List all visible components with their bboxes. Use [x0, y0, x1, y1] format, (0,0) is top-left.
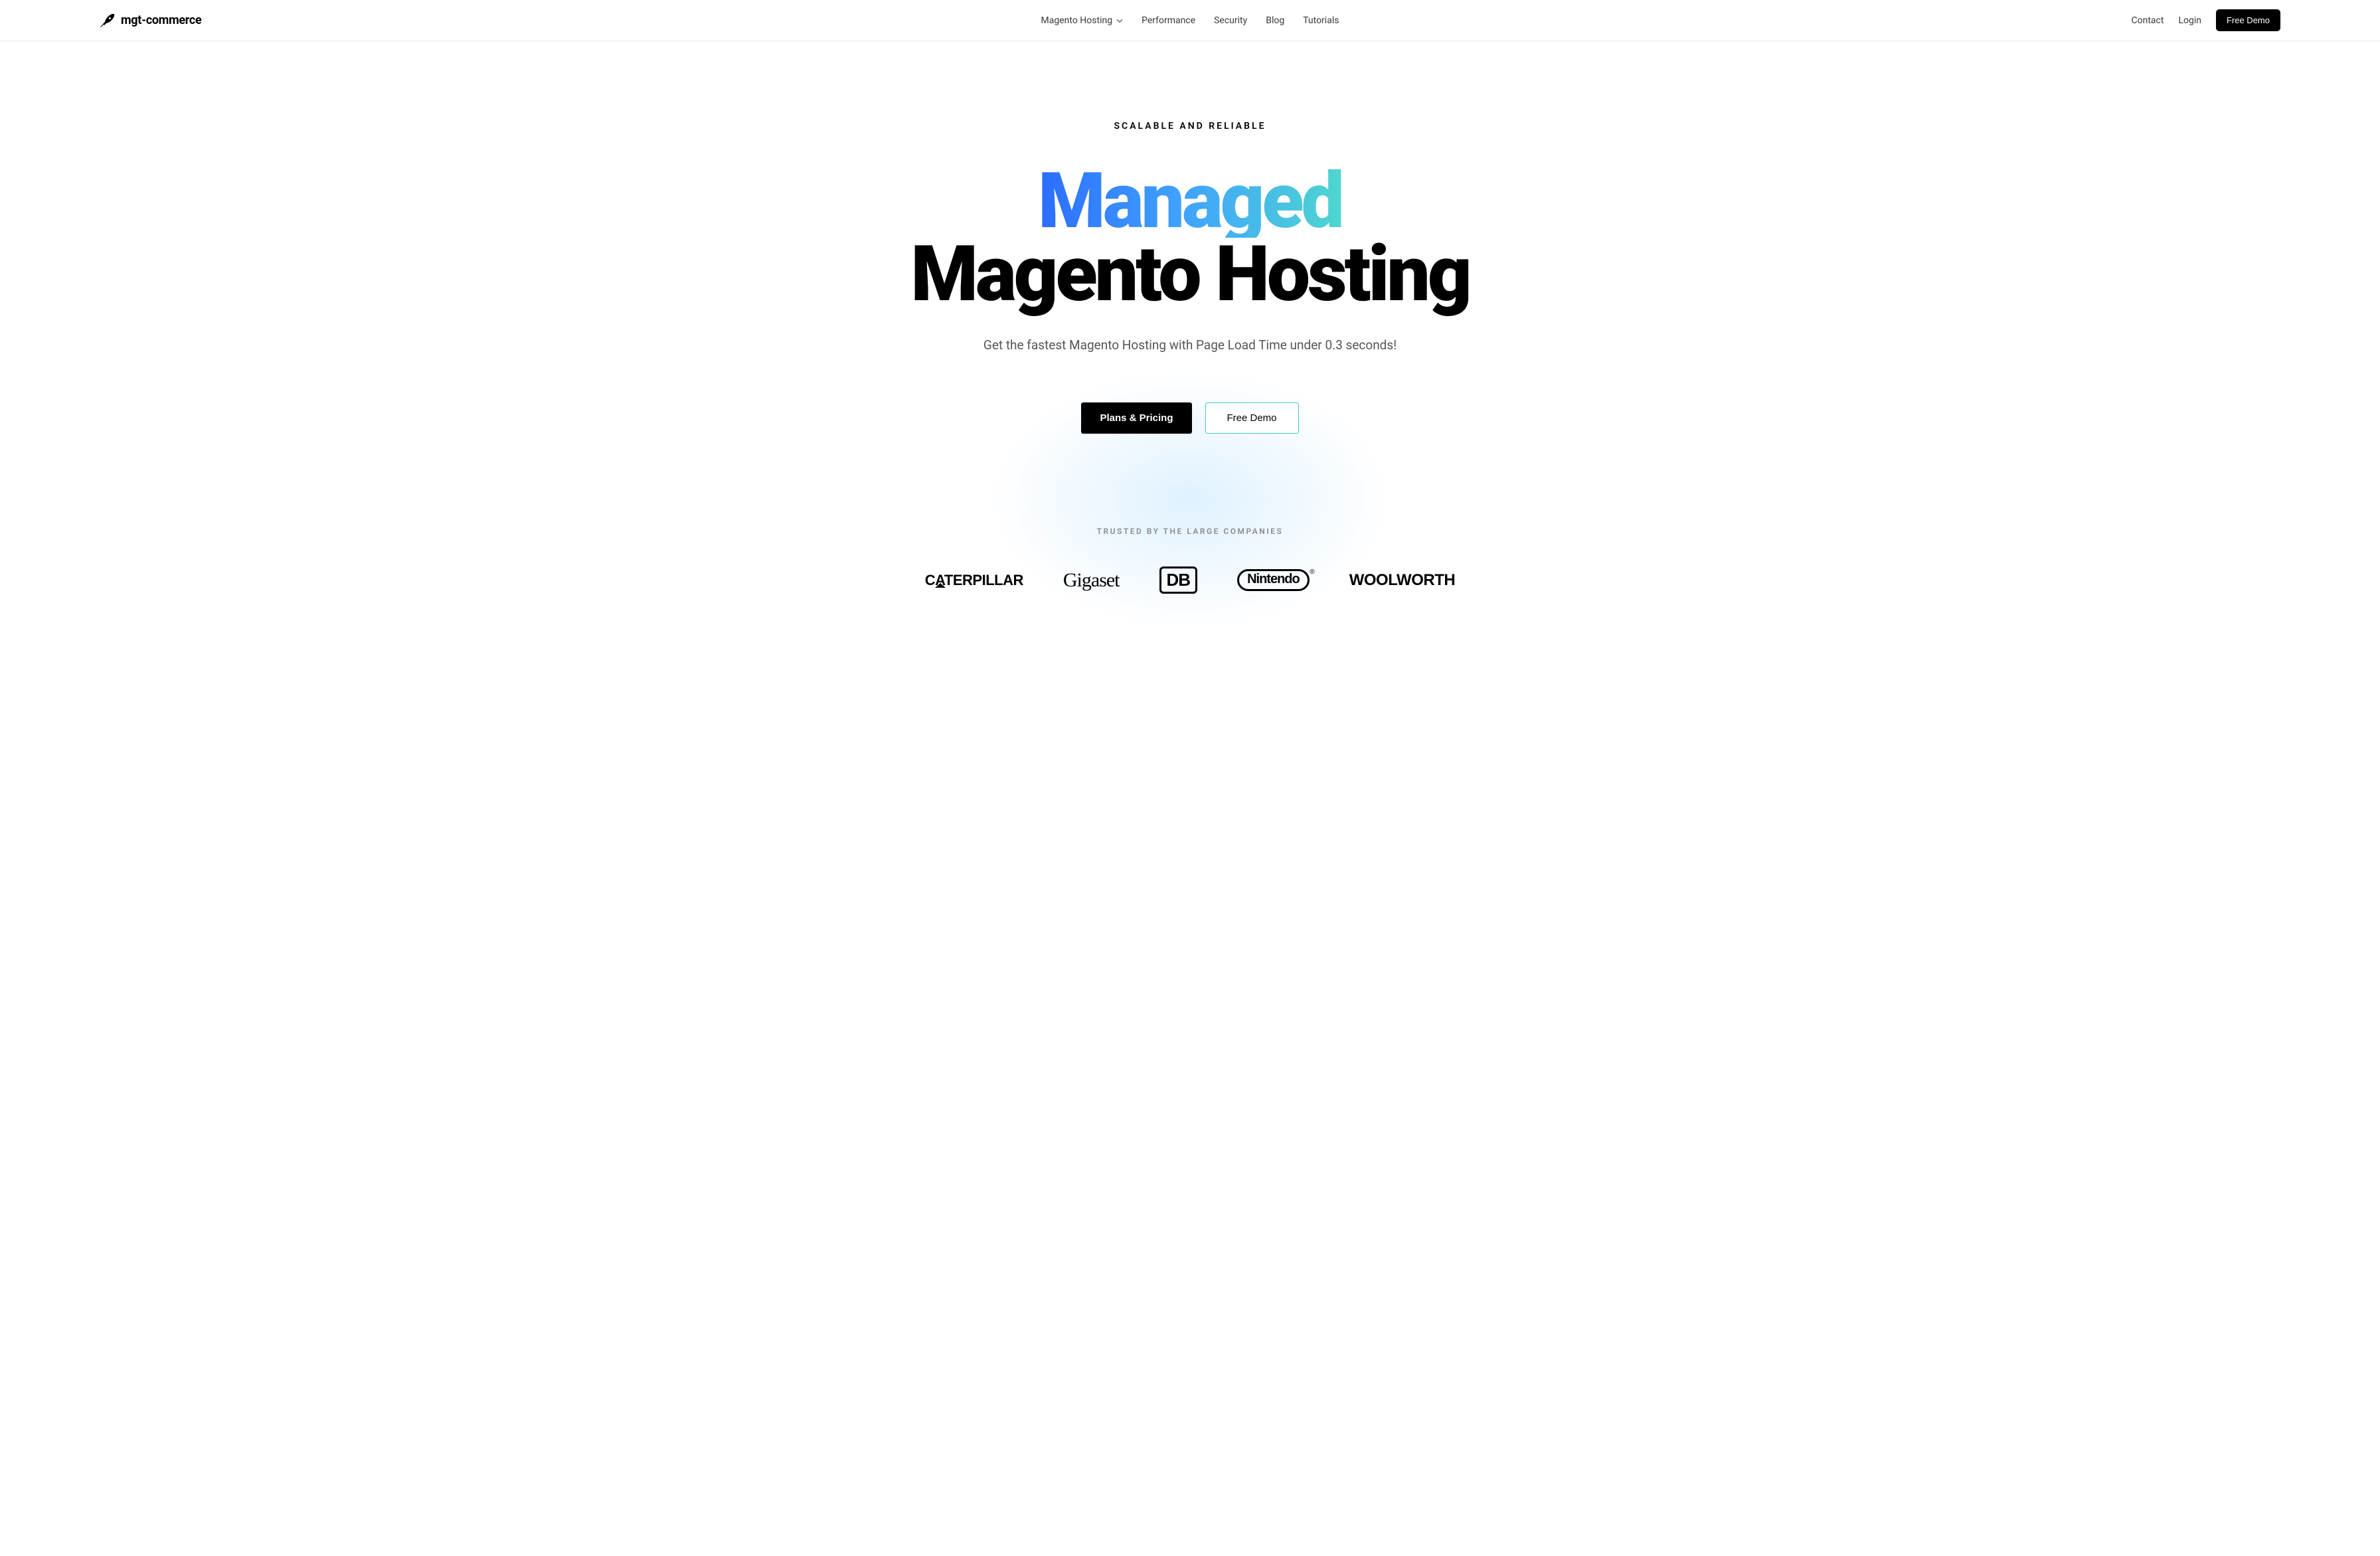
nav-tutorials[interactable]: Tutorials	[1303, 15, 1339, 26]
chevron-down-icon	[1116, 17, 1123, 24]
nav-performance[interactable]: Performance	[1142, 15, 1195, 26]
hero-title: Managed Magento Hosting	[805, 165, 1575, 311]
logos-row: CATERPILLAR Gigaset DB Nintendo WOOLWORT…	[13, 566, 2367, 594]
company-logo-db: DB	[1159, 566, 1198, 594]
nav-item-label: Tutorials	[1303, 15, 1339, 26]
main-nav: Magento Hosting Performance Security Blo…	[1041, 15, 1339, 26]
hero-eyebrow: SCALABLE AND RELIABLE	[805, 121, 1575, 131]
hero-ctas: Plans & Pricing Free Demo	[805, 402, 1575, 434]
logo-text: mgt-commerce	[121, 13, 201, 27]
hero-title-rest: Magento Hosting	[805, 238, 1575, 311]
company-logo-gigaset: Gigaset	[1063, 569, 1120, 592]
login-link[interactable]: Login	[2178, 15, 2201, 26]
nav-item-label: Blog	[1266, 15, 1284, 26]
free-demo-hero-button[interactable]: Free Demo	[1205, 402, 1299, 434]
logos-section: TRUSTED BY THE LARGE COMPANIES CATERPILL…	[0, 474, 2380, 634]
plans-pricing-button[interactable]: Plans & Pricing	[1081, 402, 1191, 434]
hero-title-managed: Managed	[1038, 165, 1342, 238]
nav-item-label: Magento Hosting	[1041, 15, 1113, 26]
nav-magento-hosting[interactable]: Magento Hosting	[1041, 15, 1124, 26]
nav-item-label: Security	[1214, 15, 1247, 26]
header-container: mgt-commerce Magento Hosting Performance…	[0, 0, 2380, 41]
contact-link[interactable]: Contact	[2132, 15, 2164, 26]
hero-section: SCALABLE AND RELIABLE Managed Magento Ho…	[792, 41, 1588, 474]
company-logo-label: Gigaset	[1063, 569, 1120, 592]
free-demo-button[interactable]: Free Demo	[2216, 9, 2280, 31]
hero-subtitle: Get the fastest Magento Hosting with Pag…	[805, 337, 1575, 353]
right-nav: Contact Login Free Demo	[2132, 9, 2281, 31]
logo[interactable]: mgt-commerce	[100, 13, 201, 29]
nav-security[interactable]: Security	[1214, 15, 1247, 26]
company-logo-nintendo: Nintendo	[1237, 569, 1310, 591]
logos-eyebrow: TRUSTED BY THE LARGE COMPANIES	[13, 527, 2367, 536]
triangle-icon	[935, 583, 946, 588]
nav-blog[interactable]: Blog	[1266, 15, 1284, 26]
nav-item-label: Performance	[1142, 15, 1195, 26]
company-logo-label: WOOLWORTH	[1349, 571, 1455, 590]
company-logo-caterpillar: CATERPILLAR	[925, 572, 1023, 589]
company-logo-label: Nintendo	[1247, 572, 1300, 587]
company-logo-woolworth: WOOLWORTH	[1349, 571, 1455, 590]
rocket-icon	[100, 13, 116, 29]
nav-wrapper: mgt-commerce Magento Hosting Performance…	[0, 0, 2380, 41]
company-logo-label: DB	[1167, 570, 1191, 590]
